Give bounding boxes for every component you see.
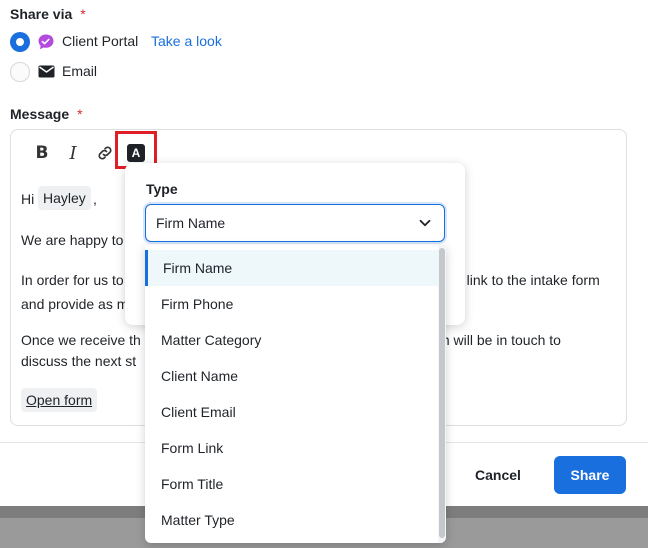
option-client-email[interactable]: Client Email (145, 394, 438, 430)
option-client-name[interactable]: Client Name (145, 358, 438, 394)
take-a-look-link[interactable]: Take a look (151, 33, 222, 49)
required-mark: * (77, 106, 83, 122)
option-firm-name[interactable]: Firm Name (145, 250, 438, 286)
bold-button[interactable]: B (30, 142, 54, 164)
option-form-link[interactable]: Form Link (145, 430, 438, 466)
message-line-4a-left: Once we receive th (21, 332, 141, 348)
link-icon (98, 146, 112, 160)
required-mark: * (80, 6, 86, 22)
message-line-3b: and provide as m (21, 296, 129, 312)
option-firm-phone[interactable]: Firm Phone (145, 286, 438, 322)
option-matter-type[interactable]: Matter Type (145, 502, 438, 538)
message-line-3a-right: e link to the intake form (455, 272, 600, 288)
link-button[interactable] (93, 142, 117, 164)
greeting-suffix: , (93, 191, 97, 207)
popover-title: Type (146, 181, 178, 197)
share-button[interactable]: Share (554, 456, 626, 494)
list-scrollbar[interactable] (438, 245, 446, 543)
share-via-label: Share via * (10, 6, 86, 22)
chat-bubble-icon (38, 34, 54, 50)
message-line-4a-right: m will be in touch to (438, 332, 561, 348)
message-line-2: We are happy to (21, 232, 124, 248)
radio-client-portal[interactable] (10, 32, 30, 52)
envelope-icon (38, 65, 55, 78)
scrollbar-thumb[interactable] (439, 248, 445, 538)
radio-email[interactable] (10, 62, 30, 82)
client-portal-label: Client Portal (62, 33, 139, 49)
message-line-3a-left: In order for us to (21, 272, 124, 288)
message-label: Message * (10, 106, 83, 122)
option-matter-category[interactable]: Matter Category (145, 322, 438, 358)
cancel-button[interactable]: Cancel (466, 462, 530, 488)
variable-chip-open-form[interactable]: Open form (21, 388, 98, 412)
email-label: Email (62, 63, 98, 79)
insert-variable-button[interactable]: A (127, 144, 145, 162)
variable-chip-name[interactable]: Hayley (38, 186, 91, 210)
type-select-value: Firm Name (156, 215, 226, 231)
type-select[interactable]: Firm Name (145, 204, 445, 242)
type-options-list: Firm Name Firm Phone Matter Category Cli… (145, 245, 446, 543)
message-line-4b: discuss the next st (21, 353, 137, 369)
chevron-down-icon (419, 219, 431, 227)
italic-button[interactable]: I (61, 142, 85, 164)
option-form-title[interactable]: Form Title (145, 466, 438, 502)
greeting-prefix: Hi (21, 191, 35, 207)
